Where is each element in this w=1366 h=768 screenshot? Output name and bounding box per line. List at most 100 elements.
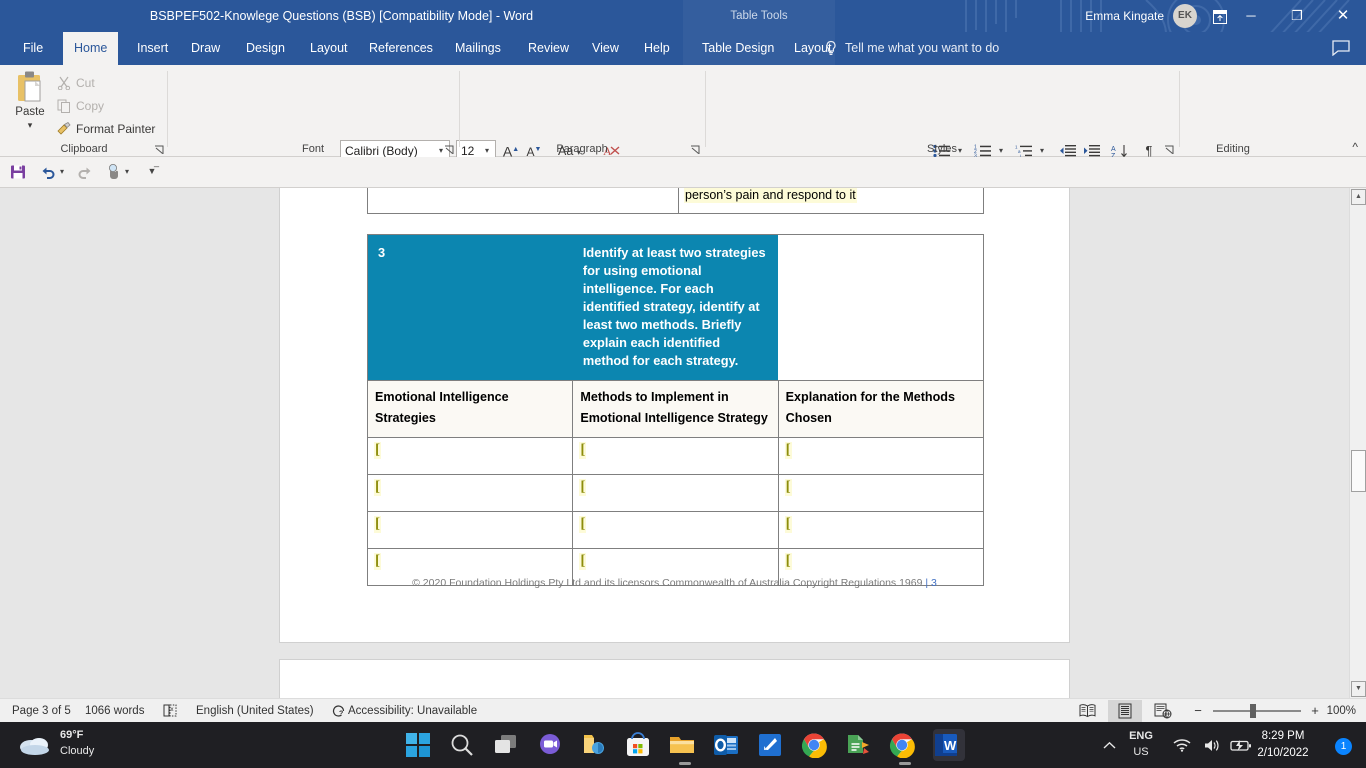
word-icon[interactable]: W bbox=[933, 729, 965, 761]
font-dialog-launcher[interactable] bbox=[444, 143, 455, 154]
tab-layout[interactable]: Layout bbox=[299, 32, 359, 65]
answer-cell[interactable]: [ bbox=[366, 437, 574, 475]
avatar[interactable]: EK bbox=[1173, 4, 1197, 28]
document-page-4[interactable] bbox=[279, 659, 1070, 698]
tab-insert[interactable]: Insert bbox=[126, 32, 179, 65]
notification-badge[interactable]: 1 bbox=[1335, 738, 1352, 755]
scroll-down-icon[interactable]: ▼ bbox=[1351, 681, 1366, 697]
zoom-level[interactable]: 100% bbox=[1323, 699, 1360, 723]
answer-cell[interactable]: [ bbox=[572, 474, 779, 512]
page-indicator[interactable]: Page 3 of 5 bbox=[6, 699, 77, 723]
teams-chat-icon[interactable] bbox=[537, 729, 569, 761]
proofing-errors-icon[interactable]: x bbox=[158, 699, 182, 723]
answer-cell[interactable]: [ bbox=[777, 474, 985, 512]
content-control-bracket[interactable]: [ bbox=[579, 479, 587, 496]
table-fragment-previous[interactable]: person’s pain and respond to it bbox=[367, 188, 984, 214]
snip-sketch-icon[interactable] bbox=[757, 729, 789, 761]
scrollbar-thumb[interactable] bbox=[1351, 450, 1366, 492]
file-explorer-icon[interactable] bbox=[669, 729, 701, 765]
paragraph-dialog-launcher[interactable] bbox=[690, 143, 701, 154]
question-3-table[interactable]: 3 Identify at least two strategies for u… bbox=[366, 234, 985, 586]
scroll-up-icon[interactable]: ▲ bbox=[1351, 189, 1366, 205]
content-control-bracket[interactable]: [ bbox=[784, 479, 792, 496]
start-button[interactable] bbox=[405, 729, 437, 761]
table-row[interactable]: [ [ [ bbox=[366, 511, 985, 549]
chrome-icon[interactable] bbox=[801, 729, 833, 761]
tab-review[interactable]: Review bbox=[517, 32, 580, 65]
answer-cell[interactable]: [ bbox=[366, 474, 574, 512]
wifi-icon[interactable] bbox=[1168, 722, 1196, 768]
account-name[interactable]: Emma Kingate bbox=[1085, 0, 1164, 32]
tab-home[interactable]: Home bbox=[63, 32, 119, 65]
file-explorer-pin-icon[interactable] bbox=[581, 729, 613, 761]
collapse-ribbon-icon[interactable]: ^ bbox=[1352, 140, 1358, 154]
clock-time: 8:29 PM bbox=[1261, 730, 1305, 742]
answer-cell[interactable]: [ bbox=[366, 511, 574, 549]
language-indicator[interactable]: English (United States) bbox=[190, 699, 320, 723]
comments-icon[interactable] bbox=[1332, 40, 1350, 56]
search-icon[interactable] bbox=[449, 729, 481, 761]
content-control-bracket[interactable]: [ bbox=[374, 516, 381, 533]
document-canvas[interactable]: person’s pain and respond to it 3 Identi… bbox=[0, 188, 1349, 698]
vertical-scrollbar[interactable]: ▲ ▼ bbox=[1349, 188, 1366, 698]
content-control-bracket[interactable]: [ bbox=[579, 442, 587, 459]
tab-mailings[interactable]: Mailings bbox=[444, 32, 512, 65]
svg-text:x: x bbox=[170, 707, 173, 713]
content-control-bracket[interactable]: [ bbox=[784, 516, 792, 533]
tab-draw[interactable]: Draw bbox=[180, 32, 231, 65]
content-control-bracket[interactable]: [ bbox=[374, 553, 381, 570]
word-count[interactable]: 1066 words bbox=[79, 699, 150, 723]
question-text: Identify at least two strategies for usi… bbox=[582, 245, 766, 368]
close-button[interactable]: ✕ bbox=[1320, 0, 1366, 32]
minimize-button[interactable]: ─ bbox=[1228, 0, 1274, 32]
content-control-bracket[interactable]: [ bbox=[579, 553, 587, 570]
tab-references[interactable]: References bbox=[358, 32, 444, 65]
print-layout-icon[interactable] bbox=[1108, 700, 1142, 722]
outlook-icon[interactable] bbox=[713, 729, 745, 761]
tab-design[interactable]: Design bbox=[235, 32, 296, 65]
read-mode-icon[interactable] bbox=[1070, 700, 1104, 722]
tab-table-design[interactable]: Table Design bbox=[691, 32, 785, 65]
window-title: BSBPEF502-Knowlege Questions (BSB) [Comp… bbox=[149, 9, 534, 23]
answer-cell[interactable]: [ bbox=[572, 437, 779, 475]
tell-me-search[interactable]: Tell me what you want to do bbox=[845, 32, 999, 65]
paste-button[interactable]: Paste ▾ bbox=[8, 68, 52, 136]
accessibility-status[interactable]: ? Accessibility: Unavailable bbox=[330, 699, 483, 723]
google-docs-icon[interactable] bbox=[845, 729, 877, 761]
cloud-icon bbox=[20, 738, 49, 755]
show-hidden-icons-button[interactable] bbox=[1094, 722, 1124, 768]
speaker-icon[interactable] bbox=[1198, 722, 1226, 768]
content-control-bracket[interactable]: [ bbox=[784, 442, 792, 459]
content-control-bracket[interactable]: [ bbox=[374, 442, 381, 459]
undo-caret[interactable]: ▾ bbox=[56, 161, 68, 184]
restore-button[interactable]: ❐ bbox=[1274, 0, 1320, 32]
quick-access-toolbar: ▾ ▾ ▼̅ bbox=[0, 157, 1366, 188]
content-control-bracket[interactable]: [ bbox=[784, 553, 792, 570]
answer-cell[interactable]: [ bbox=[777, 511, 985, 549]
table-row[interactable]: [ [ [ bbox=[366, 437, 985, 475]
paste-dropdown-caret[interactable]: ▾ bbox=[8, 120, 52, 131]
chrome-window-icon[interactable] bbox=[889, 729, 921, 765]
web-layout-icon[interactable] bbox=[1146, 700, 1180, 722]
zoom-slider-thumb[interactable] bbox=[1250, 704, 1256, 718]
tab-help[interactable]: Help bbox=[633, 32, 681, 65]
tab-file[interactable]: File bbox=[12, 32, 54, 65]
touch-mode-caret[interactable]: ▾ bbox=[121, 161, 133, 184]
save-icon[interactable] bbox=[6, 161, 30, 184]
clipboard-dialog-launcher[interactable] bbox=[154, 143, 165, 154]
microsoft-store-icon[interactable] bbox=[625, 729, 657, 761]
answer-cell[interactable]: [ bbox=[572, 511, 779, 549]
content-control-bracket[interactable]: [ bbox=[374, 479, 381, 496]
clock[interactable]: 8:29 PM 2/10/2022 bbox=[1244, 728, 1322, 762]
answer-cell[interactable]: [ bbox=[777, 437, 985, 475]
customize-qat-icon[interactable]: ▼̅ bbox=[140, 161, 164, 184]
table-row[interactable]: [ [ [ bbox=[366, 474, 985, 512]
format-painter-button[interactable]: Format Painter bbox=[54, 119, 155, 139]
content-control-bracket[interactable]: [ bbox=[579, 516, 587, 533]
zoom-slider-track[interactable] bbox=[1213, 710, 1301, 712]
language-indicator-tray[interactable]: ENG US bbox=[1124, 728, 1158, 762]
task-view-icon[interactable] bbox=[493, 729, 525, 761]
document-page-3[interactable]: person’s pain and respond to it 3 Identi… bbox=[279, 188, 1070, 643]
zoom-out-button[interactable]: − bbox=[1188, 699, 1208, 723]
tab-view[interactable]: View bbox=[581, 32, 630, 65]
